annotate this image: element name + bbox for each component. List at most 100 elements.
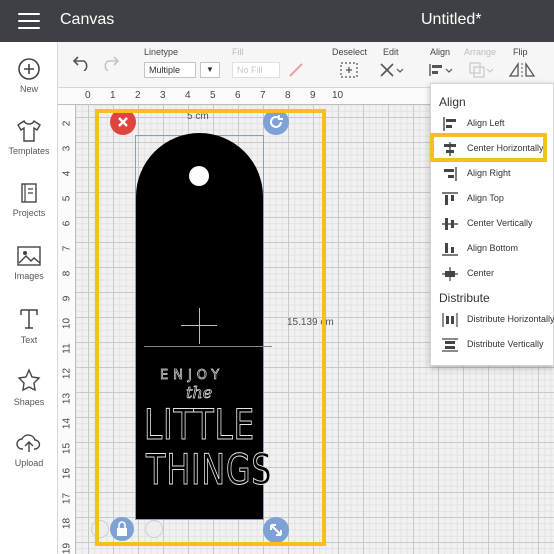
- align-icon[interactable]: [428, 62, 454, 78]
- edit-tools-icon[interactable]: [378, 61, 404, 79]
- center-icon: [442, 267, 458, 281]
- menu-item-distribute-horizontally[interactable]: Distribute Horizontally: [434, 309, 554, 331]
- sidebar-item-new[interactable]: New: [0, 57, 58, 113]
- ruler-tick: 2: [61, 120, 73, 127]
- rotate-icon: [270, 115, 283, 128]
- linetype-select[interactable]: Multiple: [144, 62, 196, 78]
- ruler-tick: 3: [61, 145, 73, 152]
- lock-handle[interactable]: [110, 517, 134, 541]
- height-dimension-label: 15.139 cm: [287, 317, 334, 328]
- ruler-tick: 4: [185, 90, 191, 101]
- menu-item-center[interactable]: Center: [434, 263, 554, 285]
- ruler-tick: 5: [210, 90, 216, 101]
- hamburger-menu-icon[interactable]: [18, 13, 40, 29]
- arrange-icon[interactable]: [468, 61, 494, 79]
- flip-icon[interactable]: [508, 61, 538, 79]
- sidebar-label-projects: Projects: [12, 208, 46, 218]
- flip-label: Flip: [513, 47, 528, 57]
- height-dimension-line: [144, 346, 272, 347]
- sidebar-label-templates: Templates: [8, 146, 50, 156]
- menu-item-label: Align Top: [467, 193, 504, 203]
- delete-handle[interactable]: [110, 109, 136, 135]
- ruler-tick: 14: [61, 417, 73, 430]
- rotate-handle[interactable]: [263, 109, 289, 135]
- resize-handle[interactable]: [263, 517, 289, 543]
- resize-arrows-icon: [270, 524, 282, 536]
- align-top-icon: [442, 192, 458, 205]
- menu-item-label: Distribute Horizontally: [467, 314, 554, 324]
- upload-icon: [16, 434, 41, 452]
- edit-label: Edit: [383, 47, 399, 57]
- image-icon: [17, 246, 41, 266]
- ruler-tick: 0: [85, 90, 91, 101]
- ruler-tick: 8: [61, 270, 73, 277]
- menu-item-align-top[interactable]: Align Top: [434, 188, 554, 210]
- sidebar-item-upload[interactable]: Upload: [0, 431, 58, 487]
- ruler-tick: 7: [260, 90, 266, 101]
- menu-item-label: Align Right: [467, 168, 511, 178]
- linetype-label: Linetype: [144, 47, 179, 57]
- art-text-little: LITTLE: [144, 400, 255, 450]
- sidebar-label-upload: Upload: [14, 458, 44, 468]
- top-bar: Canvas Untitled*: [0, 0, 554, 42]
- lock-icon: [117, 521, 127, 536]
- ruler-tick: 19: [61, 542, 73, 554]
- menu-item-label: Center Vertically: [467, 218, 533, 228]
- ruler-tick: 8: [285, 90, 291, 101]
- deselect-label: Deselect: [332, 47, 368, 57]
- ruler-tick: 5: [61, 195, 73, 202]
- sidebar-label-shapes: Shapes: [13, 397, 45, 407]
- ruler-tick: 7: [61, 245, 73, 252]
- plus-circle-icon: [18, 58, 40, 80]
- sidebar-item-projects[interactable]: Projects: [0, 181, 58, 237]
- width-dimension-label: 5 cm: [187, 111, 209, 122]
- distribute-horizontally-icon: [442, 313, 458, 327]
- fill-select[interactable]: No Fill: [232, 62, 280, 78]
- ruler-tick: 17: [61, 492, 73, 505]
- menu-item-center-horizontally[interactable]: Center Horizontally: [434, 138, 554, 160]
- tag-hole: [189, 166, 209, 186]
- menu-item-label: Distribute Vertically: [467, 339, 544, 349]
- linetype-dropdown-button[interactable]: ▼: [200, 62, 220, 78]
- undo-icon[interactable]: [72, 55, 92, 71]
- ruler-tick: 11: [61, 343, 73, 354]
- menu-item-align-right[interactable]: Align Right: [434, 163, 554, 185]
- ghost-control-button[interactable]: [91, 520, 109, 538]
- deselect-icon[interactable]: [339, 61, 359, 79]
- art-text-things: THINGS: [146, 445, 273, 495]
- sidebar-label-new: New: [19, 84, 38, 94]
- ruler-tick: 10: [61, 317, 73, 330]
- sidebar-item-templates[interactable]: Templates: [0, 119, 58, 175]
- ruler-tick: 9: [310, 90, 316, 101]
- center-horizontally-icon: [444, 142, 456, 156]
- sidebar-label-text: Text: [20, 335, 38, 345]
- ruler-tick: 1: [110, 90, 116, 101]
- redo-icon[interactable]: [100, 55, 120, 71]
- ruler-tick: 3: [160, 90, 166, 101]
- ghost-control-button[interactable]: [145, 520, 163, 538]
- menu-item-distribute-vertically[interactable]: Distribute Vertically: [434, 334, 554, 356]
- sidebar-item-images[interactable]: Images: [0, 244, 58, 300]
- align-bottom-icon: [442, 243, 458, 256]
- distribute-menu-title: Distribute: [439, 291, 490, 305]
- document-title[interactable]: Untitled*: [421, 11, 481, 29]
- menu-item-align-left[interactable]: Align Left: [434, 113, 554, 135]
- ruler-tick: 12: [61, 367, 73, 380]
- sidebar-item-text[interactable]: Text: [0, 306, 58, 362]
- arrange-label: Arrange: [464, 47, 497, 57]
- ruler-tick: 15: [61, 442, 73, 455]
- ruler-tick: 13: [61, 392, 73, 405]
- ruler-tick: 2: [135, 90, 141, 101]
- menu-item-align-bottom[interactable]: Align Bottom: [434, 238, 554, 260]
- ruler-tick: 6: [235, 90, 241, 101]
- color-swatch-icon[interactable]: [288, 62, 304, 78]
- sidebar-item-shapes[interactable]: Shapes: [0, 368, 58, 424]
- menu-item-label: Align Bottom: [467, 243, 519, 253]
- align-menu-title: Align: [439, 95, 466, 109]
- art-text-enjoy: ENJOY: [160, 368, 225, 384]
- left-sidebar: New Templates Projects Images Text Shape…: [0, 42, 58, 554]
- menu-item-label: Align Left: [467, 118, 505, 128]
- menu-item-center-vertically[interactable]: Center Vertically: [434, 213, 554, 235]
- vertical-ruler: 2 3 4 5 6 7 8 9 10 11 12 13 14 15 16 17 …: [58, 105, 76, 554]
- menu-item-label: Center: [467, 268, 495, 278]
